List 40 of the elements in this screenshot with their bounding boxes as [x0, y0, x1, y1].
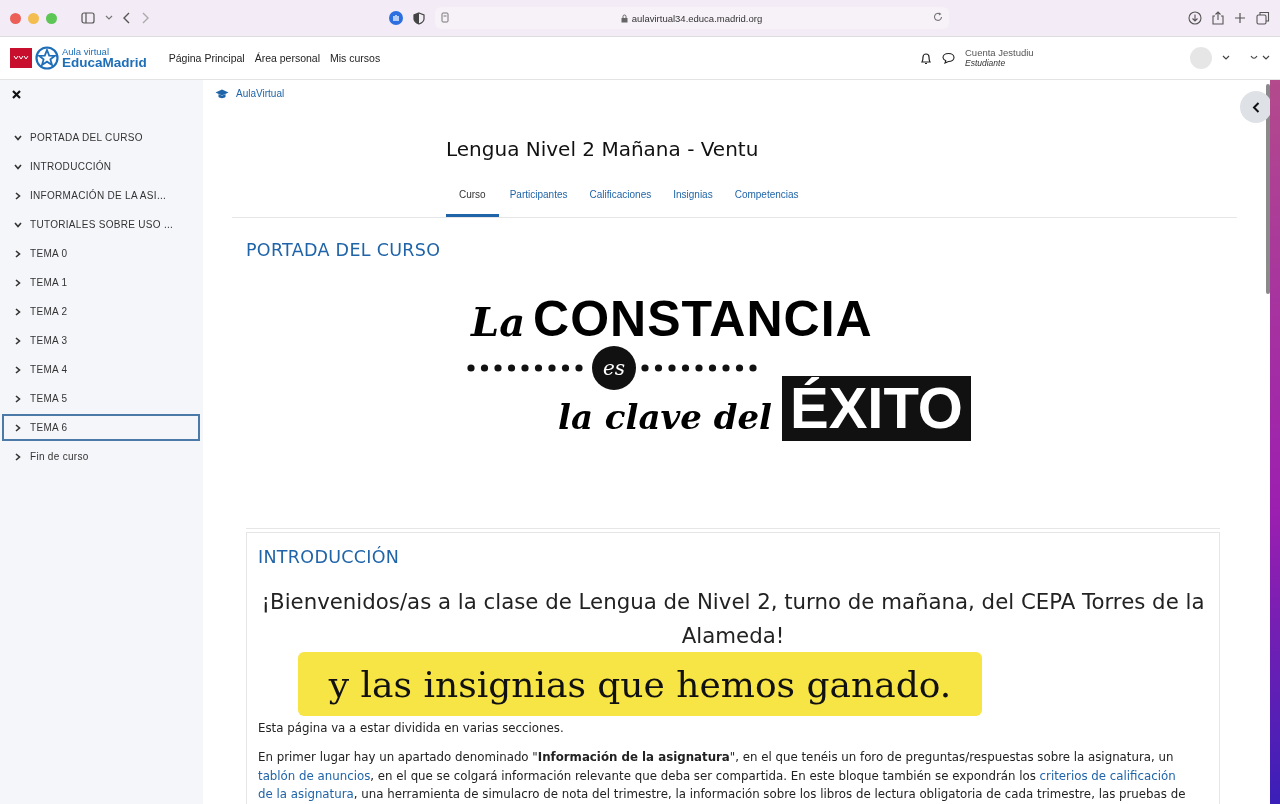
sidebar-item[interactable]: Fin de curso [2, 443, 200, 470]
sidebar-item[interactable]: TEMA 1 [2, 269, 200, 296]
subtitle-caption: y las insignias que hemos ganado. [298, 652, 982, 716]
sidebar-item[interactable]: PORTADA DEL CURSO [2, 124, 200, 151]
logo-subtitle: Aula virtual [62, 46, 110, 56]
user-role: Estudiante [965, 58, 1007, 69]
logo-title: EducaMadrid [62, 56, 147, 70]
section-heading: PORTADA DEL CURSO [246, 240, 442, 260]
sidebar-item[interactable]: INTRODUCCIÓN [2, 153, 200, 180]
sidebar-item[interactable]: TEMA 4 [2, 356, 200, 383]
sidebar-item[interactable]: TEMA 2 [2, 298, 200, 325]
tab[interactable]: Participantes [498, 189, 579, 217]
nav-link[interactable]: Mis cursos [330, 52, 381, 64]
nav-link[interactable]: Área personal [254, 52, 321, 64]
tab[interactable]: Calificaciones [578, 189, 663, 217]
paragraph: En primer lugar hay un apartado denominado "Información de la asignatura", en el que tenéis un foro de preguntas/respuestas sobre la asignatura, un tablón de anuncios, en el que se colgará información relevante que deba ser compartida. En este bloque también se expondrán los criterios de calificación de la asignatura, una herramienta de simulacro de nota del trimestre, la información sobre los libros de lectura obligatoria de cada trimestre, las pruebas de [258, 749, 1187, 803]
tab[interactable]: Competencias [723, 189, 810, 217]
welcome-heading: ¡Bienvenidos/as a la clase de Lengua de Nivel 2, turno de mañana, del CEPA Torres de la Alameda! [260, 588, 1206, 651]
address-bar[interactable]: aulavirtual34.educa.madrid.org [434, 7, 949, 29]
banner-text: La [471, 302, 526, 342]
sidebar-item[interactable]: TEMA 5 [2, 385, 200, 412]
sidebar-item[interactable]: TEMA 0 [2, 240, 200, 267]
sidebar-item[interactable]: TEMA 6 [2, 414, 200, 441]
tab[interactable]: Insignias [662, 189, 724, 217]
breadcrumb-link[interactable]: AulaVirtual [236, 88, 285, 99]
banner-highlight: ÉXITO [782, 376, 971, 441]
link[interactable]: criterios de calificación [1039, 768, 1176, 783]
tab[interactable]: Curso [446, 189, 499, 217]
section-heading: INTRODUCCIÓN [258, 547, 401, 567]
banner-text: la clave del [558, 396, 772, 439]
course-title: Lengua Nivel 2 Mañana - Ventu [446, 137, 760, 161]
paragraph: Esta página va a estar dividida en varias secciones. [258, 720, 565, 738]
sidebar-item[interactable]: TEMA 3 [2, 327, 200, 354]
sidebar-item[interactable]: TUTORIALES SOBRE USO ... [2, 211, 200, 238]
banner-text: CONSTANCIA [533, 294, 873, 344]
nav-link[interactable]: Página Principal [168, 52, 245, 64]
user-name: Cuenta Jestudiu [965, 47, 1034, 59]
link[interactable]: de la asignatura [258, 786, 354, 801]
banner-badge: es [592, 346, 636, 390]
sidebar-item[interactable]: INFORMACIÓN DE LA ASI... [2, 182, 200, 209]
